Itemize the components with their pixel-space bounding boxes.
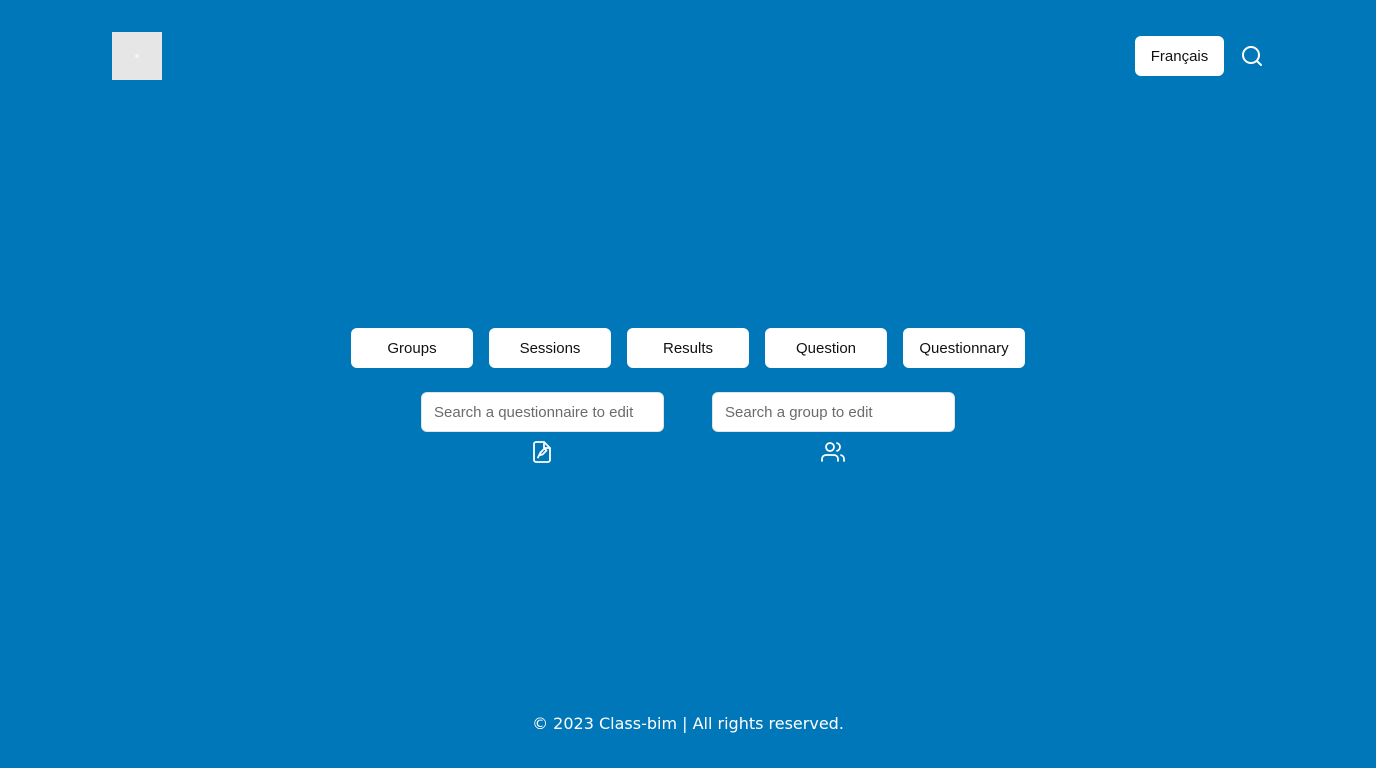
logo-mark bbox=[135, 54, 139, 58]
app-logo[interactable] bbox=[112, 32, 162, 80]
questionnaire-search-input[interactable] bbox=[421, 392, 664, 432]
questionnary-button[interactable]: Questionnary bbox=[903, 328, 1025, 368]
results-button[interactable]: Results bbox=[627, 328, 749, 368]
users-icon[interactable] bbox=[821, 440, 845, 464]
file-edit-icon[interactable] bbox=[530, 440, 554, 464]
main-nav: Groups Sessions Results Question Questio… bbox=[351, 328, 1025, 368]
group-search-input[interactable] bbox=[712, 392, 955, 432]
question-button[interactable]: Question bbox=[765, 328, 887, 368]
footer-copyright: © 2023 Class-bim | All rights reserved. bbox=[532, 714, 844, 733]
sessions-button[interactable]: Sessions bbox=[489, 328, 611, 368]
search-icon[interactable] bbox=[1240, 44, 1264, 68]
groups-button[interactable]: Groups bbox=[351, 328, 473, 368]
language-switch-button[interactable]: Français bbox=[1135, 36, 1224, 76]
